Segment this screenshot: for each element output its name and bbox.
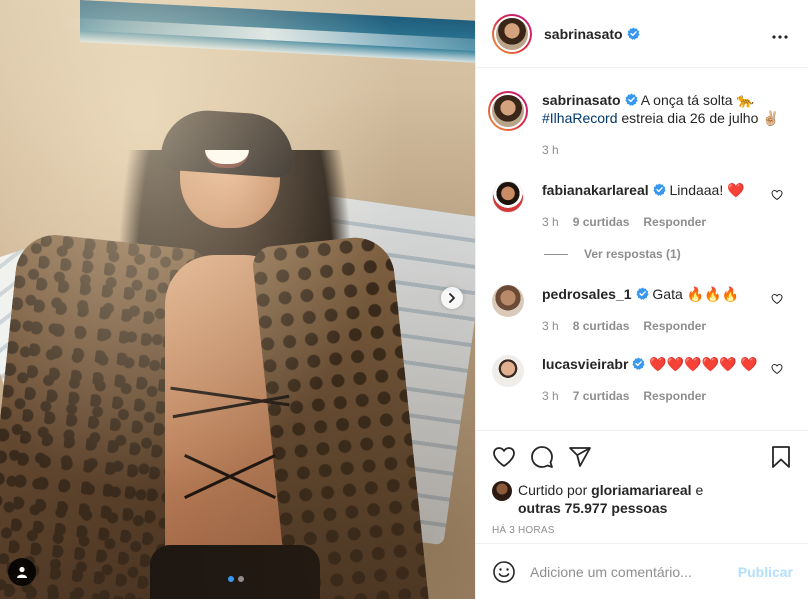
bookmark-icon — [772, 446, 790, 468]
carousel-dot — [238, 576, 244, 582]
comment-likes[interactable]: 8 curtidas — [573, 317, 630, 335]
comment-row: fabianakarlareal Lindaaa! ❤️ 3 h 9 curti… — [476, 181, 808, 231]
author-avatar[interactable] — [492, 13, 532, 54]
comment-button[interactable] — [530, 445, 554, 469]
author-username[interactable]: sabrinasato — [544, 26, 623, 42]
comment-row: pedrosales_1 Gata 🔥🔥🔥 3 h 8 curtidas Res… — [476, 285, 808, 335]
caption-time[interactable]: 3 h — [542, 141, 559, 159]
comment-text: Gata 🔥🔥🔥 — [652, 286, 739, 302]
comment-time[interactable]: 3 h — [542, 387, 559, 405]
comment-text: ❤️❤️❤️❤️❤️ ❤️ — [649, 356, 758, 372]
user-icon — [17, 566, 27, 578]
comment-time[interactable]: 3 h — [542, 317, 559, 335]
comment-username[interactable]: pedrosales_1 — [542, 286, 632, 302]
carousel-dot-active — [228, 576, 234, 582]
comments-list: sabrinasato A onça tá solta 🐆 #IlhaRecor… — [476, 69, 808, 429]
commenter-avatar[interactable] — [492, 355, 524, 387]
caption-hashtag-link[interactable]: #IlhaRecord — [542, 110, 618, 126]
post-time-ago[interactable]: HÁ 3 HORAS — [492, 525, 793, 536]
comment-icon — [531, 446, 553, 468]
comment-likes[interactable]: 9 curtidas — [573, 213, 630, 231]
post-sidebar: sabrinasato sabrinasato A onça tá solta … — [475, 0, 808, 599]
verified-badge-icon — [635, 287, 649, 300]
comment-time[interactable]: 3 h — [542, 213, 559, 231]
liked-by-conj: e — [695, 482, 704, 498]
caption: sabrinasato A onça tá solta 🐆 #IlhaRecor… — [476, 91, 808, 159]
commenter-avatar[interactable] — [492, 181, 524, 213]
more-options-button[interactable] — [768, 22, 792, 46]
more-horizontal-icon — [772, 34, 788, 39]
heart-icon[interactable] — [771, 293, 783, 305]
carousel-indicator — [228, 576, 244, 582]
post-header: sabrinasato — [476, 0, 808, 68]
caption-text: A onça tá solta 🐆 — [640, 92, 754, 108]
verified-badge-icon — [632, 357, 646, 370]
emoji-icon[interactable] — [492, 560, 516, 584]
save-button[interactable] — [769, 445, 793, 469]
comment-username[interactable]: fabianakarlareal — [542, 182, 649, 198]
publish-button[interactable]: Publicar — [738, 564, 793, 580]
next-slide-button[interactable] — [441, 287, 463, 309]
comment-username[interactable]: lucasvieirabr — [542, 356, 628, 372]
verified-badge-icon — [652, 183, 666, 196]
view-replies-button[interactable]: Ver respostas (1) — [544, 247, 681, 261]
comment-row: lucasvieirabr ❤️❤️❤️❤️❤️ ❤️ 3 h 7 curtid… — [476, 355, 808, 405]
liked-by-username[interactable]: gloriamariareal — [591, 482, 691, 498]
verified-badge-icon — [624, 93, 638, 106]
add-comment-bar: Publicar — [476, 543, 808, 599]
reply-button[interactable]: Responder — [643, 213, 706, 231]
lighting — [0, 0, 475, 599]
reply-button[interactable]: Responder — [643, 387, 706, 405]
post-photo[interactable] — [0, 0, 475, 599]
chevron-right-icon — [449, 293, 455, 303]
post-actions: Curtido por gloriamariareal e outras 75.… — [476, 430, 808, 536]
liker-avatar[interactable] — [492, 481, 512, 501]
comment-likes[interactable]: 7 curtidas — [573, 387, 630, 405]
share-button[interactable] — [568, 445, 592, 469]
liked-by: Curtido por gloriamariareal e outras 75.… — [492, 481, 793, 517]
liked-by-prefix: Curtido por — [518, 482, 588, 498]
paper-plane-icon — [569, 447, 591, 467]
heart-icon[interactable] — [771, 189, 783, 201]
heart-icon[interactable] — [771, 363, 783, 375]
view-replies-label: Ver respostas (1) — [584, 247, 681, 261]
comment-text: Lindaaa! ❤️ — [669, 182, 745, 198]
reply-button[interactable]: Responder — [643, 317, 706, 335]
commenter-avatar[interactable] — [492, 285, 524, 317]
heart-icon — [493, 447, 515, 468]
like-button[interactable] — [492, 445, 516, 469]
verified-badge-icon — [626, 27, 640, 40]
caption-avatar[interactable] — [488, 91, 528, 131]
tagged-users-button[interactable] — [8, 558, 36, 586]
replies-divider — [544, 253, 568, 255]
likes-count-button[interactable]: outras 75.977 pessoas — [518, 500, 667, 516]
caption-username[interactable]: sabrinasato — [542, 92, 621, 108]
comment-input[interactable] — [530, 563, 738, 580]
caption-text-2: estreia dia 26 de julho ✌🏼 — [621, 110, 780, 126]
